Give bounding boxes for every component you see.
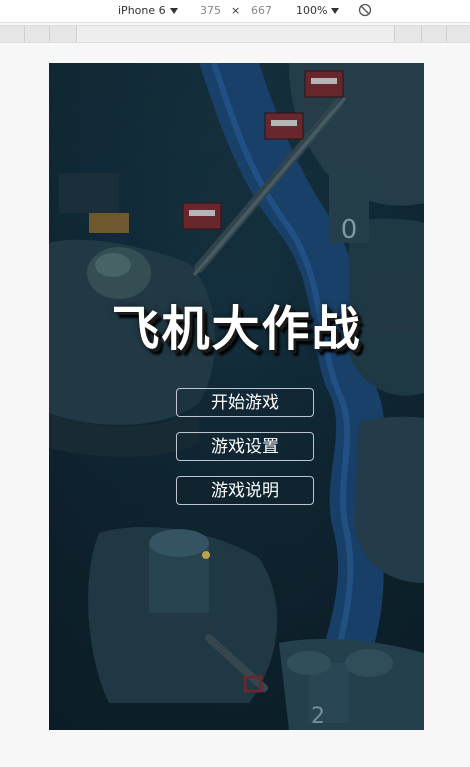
chevron-down-icon <box>169 8 178 14</box>
device-select[interactable]: iPhone 6 <box>118 4 178 17</box>
ruler-segment[interactable] <box>447 26 470 42</box>
height-field[interactable]: 667 <box>251 4 272 17</box>
media-query-bar[interactable] <box>0 25 470 43</box>
device-toolbar: iPhone 6 375 × 667 100% <box>0 0 470 23</box>
device-select-label: iPhone 6 <box>118 4 166 17</box>
game-title: 飞机大作战 <box>111 301 362 357</box>
ruler-segment[interactable] <box>50 26 77 42</box>
chevron-down-icon <box>331 8 340 14</box>
ruler-segment[interactable] <box>395 26 422 42</box>
start-game-button[interactable]: 开始游戏 <box>176 388 314 417</box>
game-viewport: 0 2 飞机大作战 开始游戏 游戏设置 游戏说明 <box>49 63 424 730</box>
game-settings-button[interactable]: 游戏设置 <box>176 432 314 461</box>
ruler-segment[interactable] <box>0 26 25 42</box>
dimension-separator: × <box>231 4 241 17</box>
zoom-select-label: 100% <box>296 4 328 17</box>
zoom-select[interactable]: 100% <box>296 4 340 17</box>
ruler-segment[interactable] <box>422 26 447 42</box>
width-field[interactable]: 375 <box>200 4 221 17</box>
ruler-segment[interactable] <box>77 26 395 42</box>
ruler-segment[interactable] <box>25 26 50 42</box>
game-instructions-button[interactable]: 游戏说明 <box>176 476 314 505</box>
rotate-icon[interactable] <box>358 3 372 17</box>
